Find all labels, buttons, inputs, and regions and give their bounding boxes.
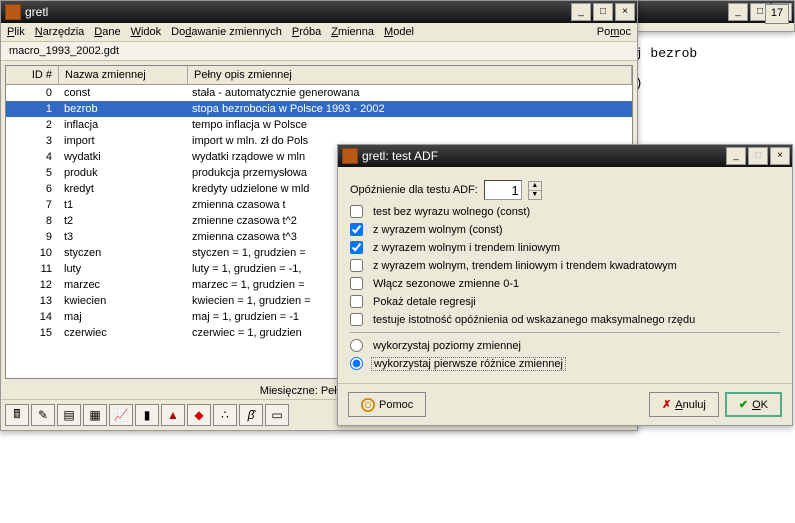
- menu-proba[interactable]: Próba: [292, 26, 321, 38]
- table-row[interactable]: 0conststała - automatycznie generowana: [6, 85, 632, 101]
- calc-icon[interactable]: 🖩: [5, 404, 29, 426]
- dialog-titlebar: gretl: test ADF _ □ ×: [338, 145, 792, 167]
- check-label: Włącz sezonowe zmienne 0-1: [373, 278, 519, 290]
- check-3[interactable]: [350, 259, 363, 272]
- check-label: testuje istotność opóźnienia od wskazane…: [373, 314, 695, 326]
- check-label: z wyrazem wolnym (const): [373, 224, 503, 236]
- beta-icon[interactable]: β̂: [239, 404, 263, 426]
- window-title: gretl: [25, 5, 48, 19]
- check-0[interactable]: [350, 205, 363, 218]
- menu-plik[interactable]: Plik: [7, 26, 25, 38]
- menu-narzedzia[interactable]: Narzędzia: [35, 26, 85, 38]
- app-icon: [5, 4, 21, 20]
- close-button[interactable]: ×: [770, 147, 790, 165]
- check-label: Pokaż detale regresji: [373, 296, 476, 308]
- minimize-icon[interactable]: _: [728, 3, 748, 21]
- menu-dane[interactable]: Dane: [94, 26, 120, 38]
- app-icon: [342, 148, 358, 164]
- spin-down-icon[interactable]: ▼: [529, 191, 541, 199]
- check-label: test bez wyrazu wolnego (const): [373, 206, 530, 218]
- console-icon[interactable]: ▤: [57, 404, 81, 426]
- radio-label: wykorzystaj pierwsze różnice zmiennej: [373, 358, 566, 370]
- menu-widok[interactable]: Widok: [131, 26, 162, 38]
- grid-icon[interactable]: ▦: [83, 404, 107, 426]
- lag-input[interactable]: [484, 180, 522, 200]
- minimize-button[interactable]: _: [571, 3, 591, 21]
- check-4[interactable]: [350, 277, 363, 290]
- plot-icon[interactable]: 📈: [109, 404, 133, 426]
- maximize-button[interactable]: □: [593, 3, 613, 21]
- minimize-button[interactable]: _: [726, 147, 746, 165]
- file-label: macro_1993_2002.gdt: [1, 42, 637, 61]
- menu-pomoc[interactable]: Pomoc: [597, 26, 631, 38]
- scatter-icon[interactable]: ∴: [213, 404, 237, 426]
- dialog-title: gretl: test ADF: [362, 149, 438, 163]
- check-6[interactable]: [350, 313, 363, 326]
- maximize-button[interactable]: □: [748, 147, 768, 165]
- close-button[interactable]: ×: [615, 3, 635, 21]
- header-name[interactable]: Nazwa zmiennej: [59, 66, 188, 84]
- lag-label: Opóźnienie dla testu ADF:: [350, 184, 478, 196]
- radio-0[interactable]: [350, 339, 363, 352]
- menubar: Plik Narzędzia Dane Widok Dodawanie zmie…: [1, 23, 637, 42]
- bg-code-snippet: ej bezrob 1): [619, 38, 795, 99]
- bg-tab: 17: [765, 4, 789, 24]
- menu-dodawanie[interactable]: Dodawanie zmiennych: [171, 26, 282, 38]
- menu-zmienna[interactable]: Zmienna: [331, 26, 374, 38]
- ok-button[interactable]: ✔ OK: [725, 392, 782, 417]
- menu-model[interactable]: Model: [384, 26, 414, 38]
- radio-1[interactable]: [350, 357, 363, 370]
- pdf-icon[interactable]: ▲: [161, 404, 185, 426]
- check-label: z wyrazem wolnym, trendem liniowym i tre…: [373, 260, 677, 272]
- diamond-icon[interactable]: ◆: [187, 404, 211, 426]
- check-2[interactable]: [350, 241, 363, 254]
- check-5[interactable]: [350, 295, 363, 308]
- db-icon[interactable]: ▭: [265, 404, 289, 426]
- cancel-button[interactable]: ✗ Anuluj: [649, 392, 719, 417]
- check-1[interactable]: [350, 223, 363, 236]
- titlebar: gretl _ □ ×: [1, 1, 637, 23]
- adf-dialog: gretl: test ADF _ □ × Opóźnienie dla tes…: [337, 144, 793, 426]
- help-button[interactable]: Pomoc: [348, 392, 426, 417]
- book-icon[interactable]: ▮: [135, 404, 159, 426]
- header-id[interactable]: ID #: [6, 66, 59, 84]
- table-row[interactable]: 1bezrobstopa bezrobocia w Polsce 1993 - …: [6, 101, 632, 117]
- header-desc[interactable]: Pełny opis zmiennej: [188, 66, 632, 84]
- spin-up-icon[interactable]: ▲: [529, 182, 541, 191]
- check-label: z wyrazem wolnym i trendem liniowym: [373, 242, 560, 254]
- table-row[interactable]: 2inflacjatempo inflacja w Polsce: [6, 117, 632, 133]
- edit-icon[interactable]: ✎: [31, 404, 55, 426]
- radio-label: wykorzystaj poziomy zmiennej: [373, 340, 521, 352]
